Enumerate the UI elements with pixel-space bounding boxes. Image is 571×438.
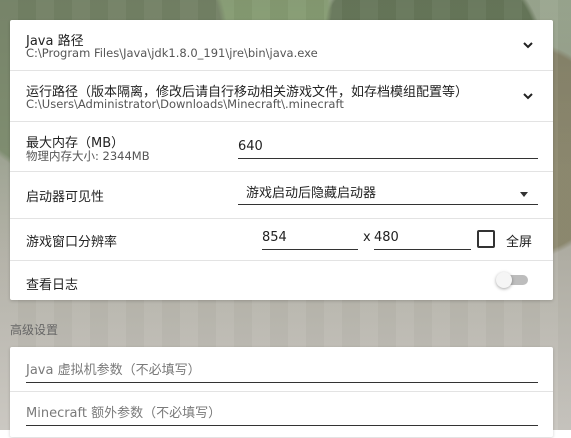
chevron-down-icon[interactable] — [521, 89, 535, 103]
advanced-settings-title: 高级设置 — [10, 321, 58, 338]
memory-input[interactable]: 640 — [238, 136, 538, 159]
jvm-args-input[interactable]: Java 虚拟机参数（不必填写） — [26, 360, 538, 383]
window-resolution-row: 游戏窗口分辨率 854 x 480 全屏 — [10, 218, 553, 261]
java-path-row[interactable]: Java 路径 C:\Program Files\Java\jdk1.8.0_1… — [10, 20, 553, 71]
window-height-input[interactable]: 480 — [374, 227, 471, 250]
caret-down-icon — [520, 192, 528, 197]
java-path-value: C:\Program Files\Java\jdk1.8.0_191\jre\b… — [26, 46, 318, 60]
advanced-settings-card: Java 虚拟机参数（不必填写） Minecraft 额外参数（不必填写） — [10, 347, 553, 437]
resolution-separator: x — [363, 230, 371, 245]
checkbox-icon[interactable] — [477, 230, 495, 248]
toggle-thumb — [496, 272, 512, 288]
physical-memory-text: 物理内存大小: 2344MB — [26, 148, 150, 164]
launcher-visibility-select[interactable]: 游戏启动后隐藏启动器 — [238, 183, 538, 205]
view-log-title: 查看日志 — [26, 274, 78, 293]
fullscreen-label: 全屏 — [506, 231, 532, 250]
mc-args-input[interactable]: Minecraft 额外参数（不必填写） — [26, 403, 538, 426]
settings-card: Java 路径 C:\Program Files\Java\jdk1.8.0_1… — [10, 20, 553, 300]
memory-row: 最大内存（MB） 物理内存大小: 2344MB 640 — [10, 121, 553, 172]
window-width-input[interactable]: 854 — [262, 227, 358, 250]
launcher-visibility-value: 游戏启动后隐藏启动器 — [246, 186, 376, 201]
chevron-down-icon[interactable] — [521, 38, 535, 52]
launcher-visibility-row: 启动器可见性 游戏启动后隐藏启动器 — [10, 171, 553, 219]
window-resolution-title: 游戏窗口分辨率 — [26, 231, 117, 250]
run-path-row[interactable]: 运行路径（版本隔离，修改后请自行移动相关游戏文件，如存档模组配置等） C:\Us… — [10, 70, 553, 122]
run-path-value: C:\Users\Administrator\Downloads\Minecra… — [26, 97, 344, 111]
mc-args-row: Minecraft 额外参数（不必填写） — [10, 391, 553, 438]
launcher-visibility-title: 启动器可见性 — [26, 186, 104, 205]
view-log-row: 查看日志 — [10, 260, 553, 300]
jvm-args-row: Java 虚拟机参数（不必填写） — [10, 347, 553, 391]
